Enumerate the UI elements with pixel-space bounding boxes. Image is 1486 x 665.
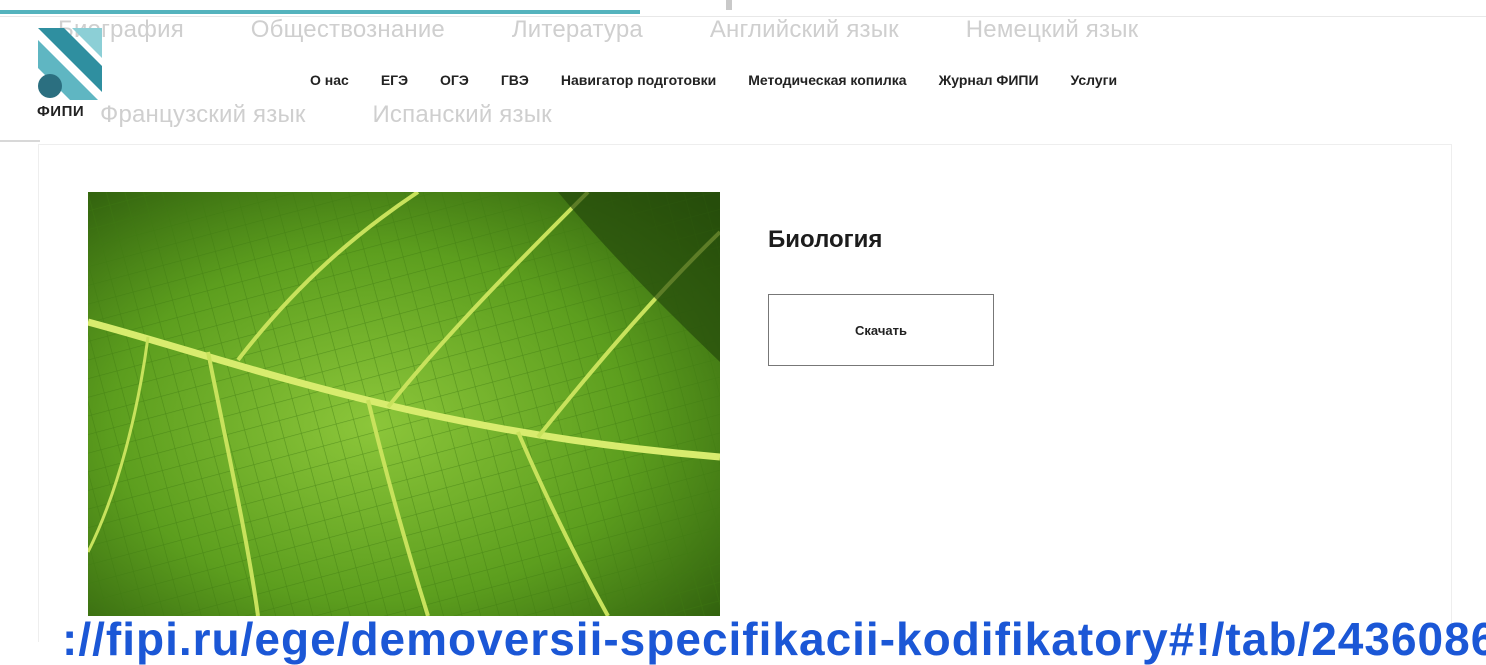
ghost-tab[interactable]: Литература: [512, 16, 643, 43]
leaf-image: [88, 192, 720, 616]
main-nav: О нас ЕГЭ ОГЭ ГВЭ Навигатор подготовки М…: [310, 68, 1117, 92]
ghost-tab[interactable]: Немецкий язык: [966, 16, 1139, 43]
top-accent-line: [0, 10, 640, 14]
logo-text: ФИПИ: [37, 103, 85, 120]
ghost-tab[interactable]: Французский язык: [100, 101, 306, 128]
scroll-marker: [726, 0, 732, 10]
nav-item-navigator[interactable]: Навигатор подготовки: [561, 72, 716, 88]
nav-item-ege[interactable]: ЕГЭ: [381, 72, 408, 88]
ghost-tab[interactable]: Английский язык: [710, 16, 899, 43]
download-button[interactable]: Скачать: [768, 294, 994, 366]
nav-item-services[interactable]: Услуги: [1071, 72, 1118, 88]
left-edge-line: [0, 140, 40, 142]
nav-item-gve[interactable]: ГВЭ: [501, 72, 529, 88]
url-caption: ://fipi.ru/ege/demoversii-specifikacii-k…: [62, 613, 1486, 665]
ghost-tab[interactable]: Испанский язык: [372, 101, 551, 128]
ghost-tab[interactable]: Обществознание: [251, 16, 445, 43]
nav-item-methods[interactable]: Методическая копилка: [748, 72, 906, 88]
nav-item-oge[interactable]: ОГЭ: [440, 72, 469, 88]
ghost-subject-tabs-row-2: Французский язык Испанский язык: [100, 101, 612, 129]
ghost-subject-tabs-row-1: Биография Обществознание Литература Англ…: [58, 16, 1198, 44]
nav-item-about[interactable]: О нас: [310, 72, 349, 88]
subject-title: Биология: [768, 226, 883, 253]
fipi-logo-icon[interactable]: [38, 28, 102, 100]
nav-item-journal[interactable]: Журнал ФИПИ: [939, 72, 1039, 88]
